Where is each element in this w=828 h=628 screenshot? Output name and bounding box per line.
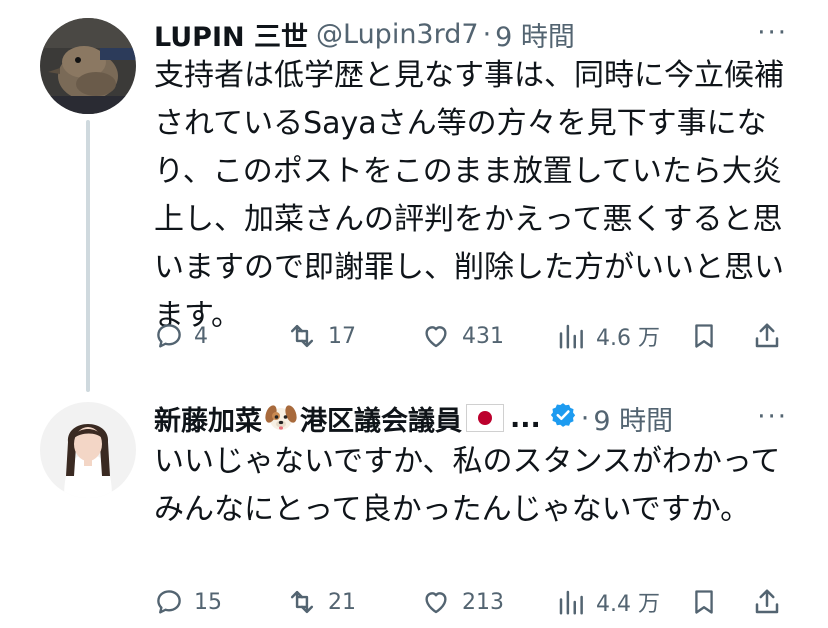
tweet-2[interactable]: 新藤加菜 港区議会議員 ... · 9 時間 ··· いいじゃないですか、私のス… <box>0 380 828 628</box>
tweet-text: 支持者は低学歴と見なす事は、同時に今立候補されているSayaさん等の方々を見下す… <box>154 58 784 333</box>
share-button[interactable] <box>752 316 782 356</box>
retweet-count: 21 <box>328 589 356 615</box>
avatar[interactable] <box>40 402 136 498</box>
user-handle[interactable]: @Lupin3rd7 <box>316 19 479 50</box>
more-options-icon[interactable]: ··· <box>757 402 788 432</box>
tweet-header: 新藤加菜 港区議会議員 ... · 9 時間 <box>154 398 673 438</box>
japan-flag-emoji <box>466 404 504 432</box>
name-truncation: ... <box>510 402 541 434</box>
like-count: 213 <box>462 589 504 615</box>
avatar[interactable] <box>40 18 136 114</box>
bookmark-icon <box>695 324 713 348</box>
reply-icon <box>157 590 181 614</box>
share-button[interactable] <box>752 582 782 622</box>
reply-icon <box>157 324 181 348</box>
dog-face-emoji <box>264 403 298 433</box>
analytics-icon <box>559 590 583 615</box>
timestamp[interactable]: 9 時間 <box>495 15 575 54</box>
share-icon <box>755 589 779 614</box>
views-button[interactable]: 4.4 万 <box>556 582 660 622</box>
tweet-header: LUPIN 三世 @Lupin3rd7 · 9 時間 <box>154 14 575 54</box>
tweet-text: いいじゃないですか、私のスタンスがわかってみんなにとって良かったんじゃないですか… <box>154 444 781 527</box>
views-button[interactable]: 4.6 万 <box>556 316 660 356</box>
dog-icon <box>265 405 297 430</box>
retweet-button[interactable]: 17 <box>286 316 356 356</box>
view-count: 4.6 万 <box>596 326 660 351</box>
verified-badge-icon[interactable] <box>549 401 577 436</box>
reply-button[interactable]: 4 <box>154 316 208 356</box>
separator-dot: · <box>482 18 492 50</box>
retweet-icon <box>290 590 314 614</box>
reply-button[interactable]: 15 <box>154 582 222 622</box>
display-name[interactable]: LUPIN 三世 <box>154 15 308 54</box>
like-button[interactable]: 431 <box>420 316 504 356</box>
avatar-bird-image <box>40 18 136 114</box>
analytics-icon <box>559 324 583 349</box>
bookmark-button[interactable] <box>690 316 718 356</box>
reply-count: 4 <box>194 323 208 349</box>
bookmark-button[interactable] <box>690 582 718 622</box>
retweet-icon <box>290 324 314 348</box>
share-icon <box>755 323 779 348</box>
verified-icon <box>550 402 575 427</box>
bookmark-icon <box>695 590 713 614</box>
display-name-suffix[interactable]: 港区議会議員 <box>300 399 462 438</box>
display-name[interactable]: 新藤加菜 <box>154 399 262 438</box>
retweet-count: 17 <box>328 323 356 349</box>
separator-dot: · <box>580 402 590 434</box>
action-bar: 4 17 431 4.6 万 <box>154 316 790 356</box>
heart-icon <box>425 326 447 348</box>
thread-line <box>86 120 90 392</box>
view-count: 4.4 万 <box>596 592 660 617</box>
action-bar: 15 21 213 4.4 万 <box>154 582 790 622</box>
heart-icon <box>425 592 447 614</box>
retweet-button[interactable]: 21 <box>286 582 356 622</box>
like-button[interactable]: 213 <box>420 582 504 622</box>
more-options-icon[interactable]: ··· <box>757 18 788 48</box>
like-count: 431 <box>462 323 504 349</box>
reply-count: 15 <box>194 589 222 615</box>
avatar-portrait-image <box>40 402 136 498</box>
tweet-1[interactable]: LUPIN 三世 @Lupin3rd7 · 9 時間 ··· 支持者は低学歴と見… <box>0 0 828 392</box>
timestamp[interactable]: 9 時間 <box>593 399 673 438</box>
